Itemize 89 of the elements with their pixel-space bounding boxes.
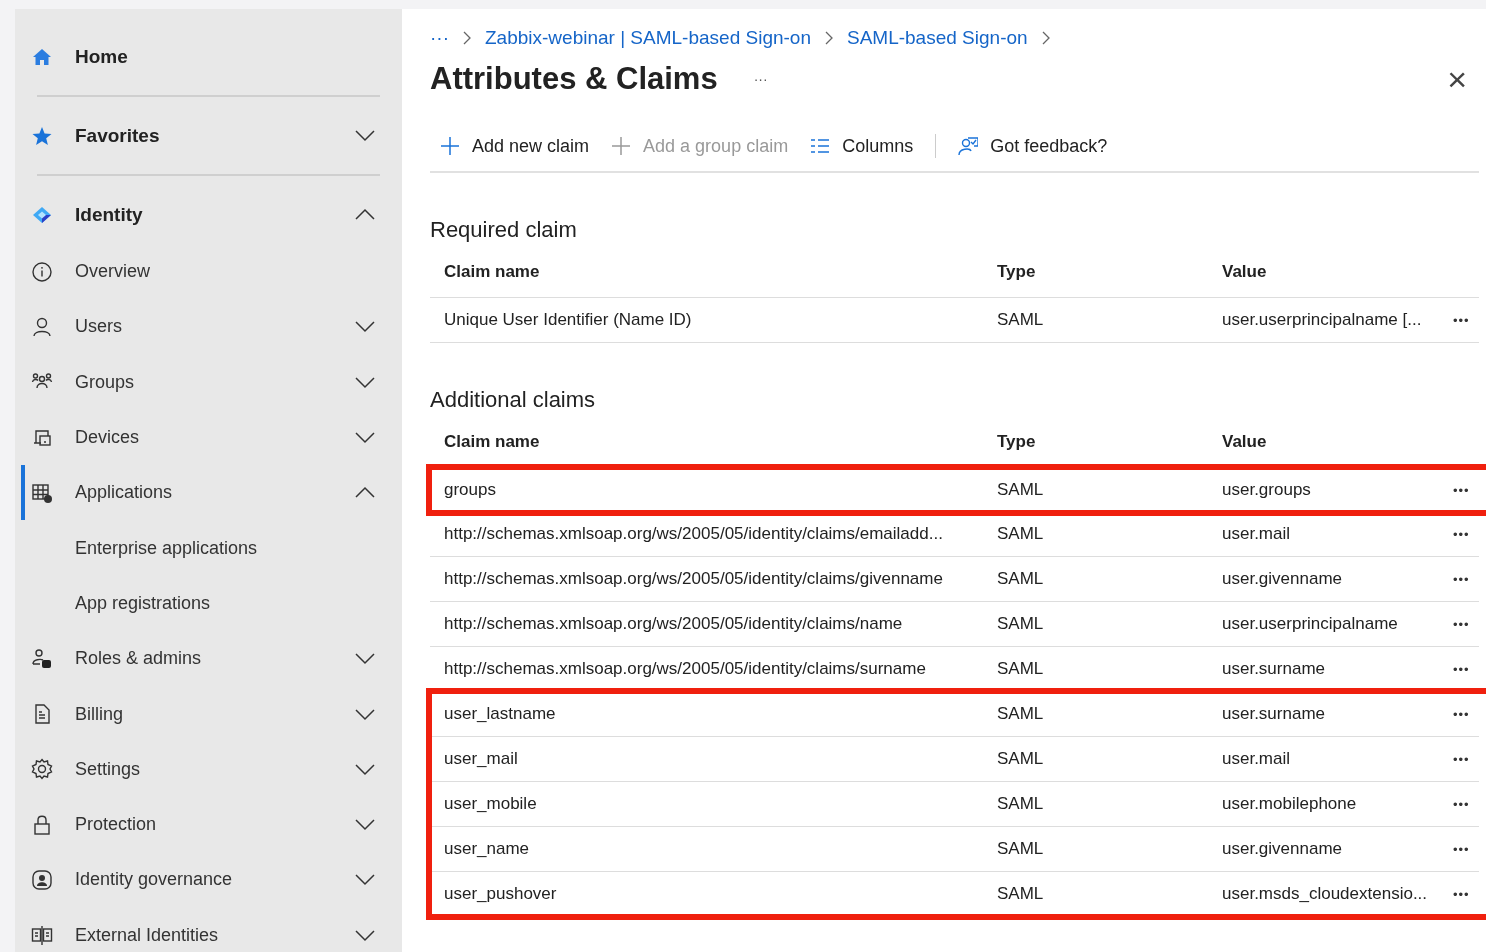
sidebar-item[interactable]: Identity <box>21 185 402 244</box>
toolbar-button[interactable]: Add new claim <box>440 135 590 157</box>
column-header: Value <box>1222 432 1268 452</box>
breadcrumb-link[interactable]: Zabbix-webinar | SAML-based Sign-on <box>485 27 811 49</box>
table-cell-text: SAML <box>997 569 1045 589</box>
column-header: Type <box>997 262 1037 282</box>
chevron-right-icon <box>461 30 473 46</box>
toolbar-button[interactable]: Columns <box>810 135 914 157</box>
table-cell-text: user.givenname <box>1222 569 1344 589</box>
buildings-icon <box>31 924 53 947</box>
table-cell-text: SAML <box>997 480 1045 500</box>
row-menu-button[interactable]: ••• <box>1441 886 1479 902</box>
chevron-right-icon <box>823 30 835 46</box>
list-icon <box>810 136 831 156</box>
page-title: Attributes & Claims <box>430 61 718 97</box>
breadcrumb-overflow[interactable]: ··· <box>430 27 449 49</box>
table-cell-text: SAML <box>997 704 1045 724</box>
gear-icon <box>31 758 53 781</box>
table-cell-text: SAML <box>997 310 1045 330</box>
table-cell-text: user.mail <box>1222 749 1292 769</box>
row-menu-button[interactable]: ••• <box>1441 661 1479 677</box>
table-cell-text: http://schemas.xmlsoap.org/ws/2005/05/identity/claims/name <box>444 614 904 634</box>
table-cell-text: groups <box>444 480 497 500</box>
table-cell-text: SAML <box>997 749 1045 769</box>
table-cell-text: SAML <box>997 839 1045 859</box>
table-cell-text: user.surname <box>1222 704 1326 724</box>
plus-icon <box>440 136 460 156</box>
row-menu-button[interactable]: ••• <box>1441 796 1479 812</box>
sidebar-item[interactable]: Favorites <box>21 106 402 165</box>
table-cell-text: SAML <box>997 884 1045 904</box>
table-cell-text: user.mail <box>1222 524 1292 544</box>
close-button[interactable]: × <box>1447 59 1467 99</box>
table-cell-text: user.msds_cloudextensio... <box>1222 884 1429 904</box>
sidebar-item[interactable]: Home <box>21 27 402 86</box>
column-header: Type <box>997 432 1037 452</box>
more-button[interactable]: ··· <box>753 71 768 87</box>
row-menu-button[interactable]: ••• <box>1441 482 1479 498</box>
plus-icon <box>611 136 632 156</box>
row-menu-button[interactable]: ••• <box>1441 616 1479 632</box>
row-menu-button[interactable]: ••• <box>1441 571 1479 587</box>
table-cell-text: Unique User Identifier (Name ID) <box>444 310 693 330</box>
table-cell-text: SAML <box>997 614 1045 634</box>
table-cell-text: user.groups <box>1222 480 1312 500</box>
table-cell-text: SAML <box>997 659 1045 679</box>
table-cell-text: user.givenname <box>1222 839 1344 859</box>
row-menu-button[interactable]: ••• <box>1441 526 1479 542</box>
user-icon <box>31 315 53 338</box>
table-cell-text: SAML <box>997 524 1045 544</box>
sidebar-item[interactable]: Enterprise applications <box>21 520 402 576</box>
sidebar-item[interactable]: Settings <box>21 741 402 797</box>
column-header: Claim name <box>444 432 541 452</box>
table-cell-text: SAML <box>997 794 1045 814</box>
section-title: Additional claims <box>430 387 597 413</box>
column-header: Claim name <box>444 262 541 282</box>
section-title: Required claim <box>430 217 578 243</box>
row-menu-button[interactable]: ••• <box>1441 312 1479 328</box>
toolbar-button[interactable]: Got feedback? <box>958 135 1108 157</box>
grid-icon <box>31 481 53 504</box>
user-badge-icon <box>31 647 53 670</box>
sidebar-item[interactable]: Identity governance <box>21 852 402 908</box>
table-cell-text: user.userprincipalname [... <box>1222 310 1423 330</box>
sidebar-item[interactable]: Users <box>21 299 402 355</box>
column-header: Value <box>1222 262 1268 282</box>
sidebar-item[interactable]: App registrations <box>21 575 402 632</box>
sidebar-item[interactable]: Roles & admins <box>21 631 402 687</box>
table-cell-text: http://schemas.xmlsoap.org/ws/2005/05/identity/claims/surname <box>444 659 927 679</box>
sidebar-item[interactable]: Protection <box>21 796 402 853</box>
table-cell-text: user_name <box>444 839 531 859</box>
table-cell-text: http://schemas.xmlsoap.org/ws/2005/05/identity/claims/givenname <box>444 569 944 589</box>
sidebar-item[interactable]: Billing <box>21 686 402 742</box>
sidebar-item[interactable]: Overview <box>21 244 402 300</box>
lock-icon <box>31 813 53 836</box>
table-cell-text: user.surname <box>1222 659 1326 679</box>
info-icon <box>31 260 53 283</box>
table-cell-text: http://schemas.xmlsoap.org/ws/2005/05/identity/claims/emailadd... <box>444 524 944 544</box>
sidebar-item[interactable]: External Identities <box>21 907 402 952</box>
table-cell-text: user.mobilephone <box>1222 794 1358 814</box>
table-cell-text: user_mobile <box>444 794 538 814</box>
row-menu-button[interactable]: ••• <box>1441 751 1479 767</box>
sidebar-item[interactable]: Groups <box>21 354 402 410</box>
table-cell-text: user_mail <box>444 749 519 769</box>
breadcrumb-link[interactable]: SAML-based Sign-on <box>847 27 1028 49</box>
table-cell-text: user_pushover <box>444 884 558 904</box>
sidebar-item[interactable]: Devices <box>21 409 402 466</box>
table-cell-text: user.userprincipalname <box>1222 614 1399 634</box>
feedback-icon <box>958 136 979 156</box>
table-cell-text: user_lastname <box>444 704 557 724</box>
row-menu-button[interactable]: ••• <box>1441 841 1479 857</box>
row-menu-button[interactable]: ••• <box>1441 706 1479 722</box>
